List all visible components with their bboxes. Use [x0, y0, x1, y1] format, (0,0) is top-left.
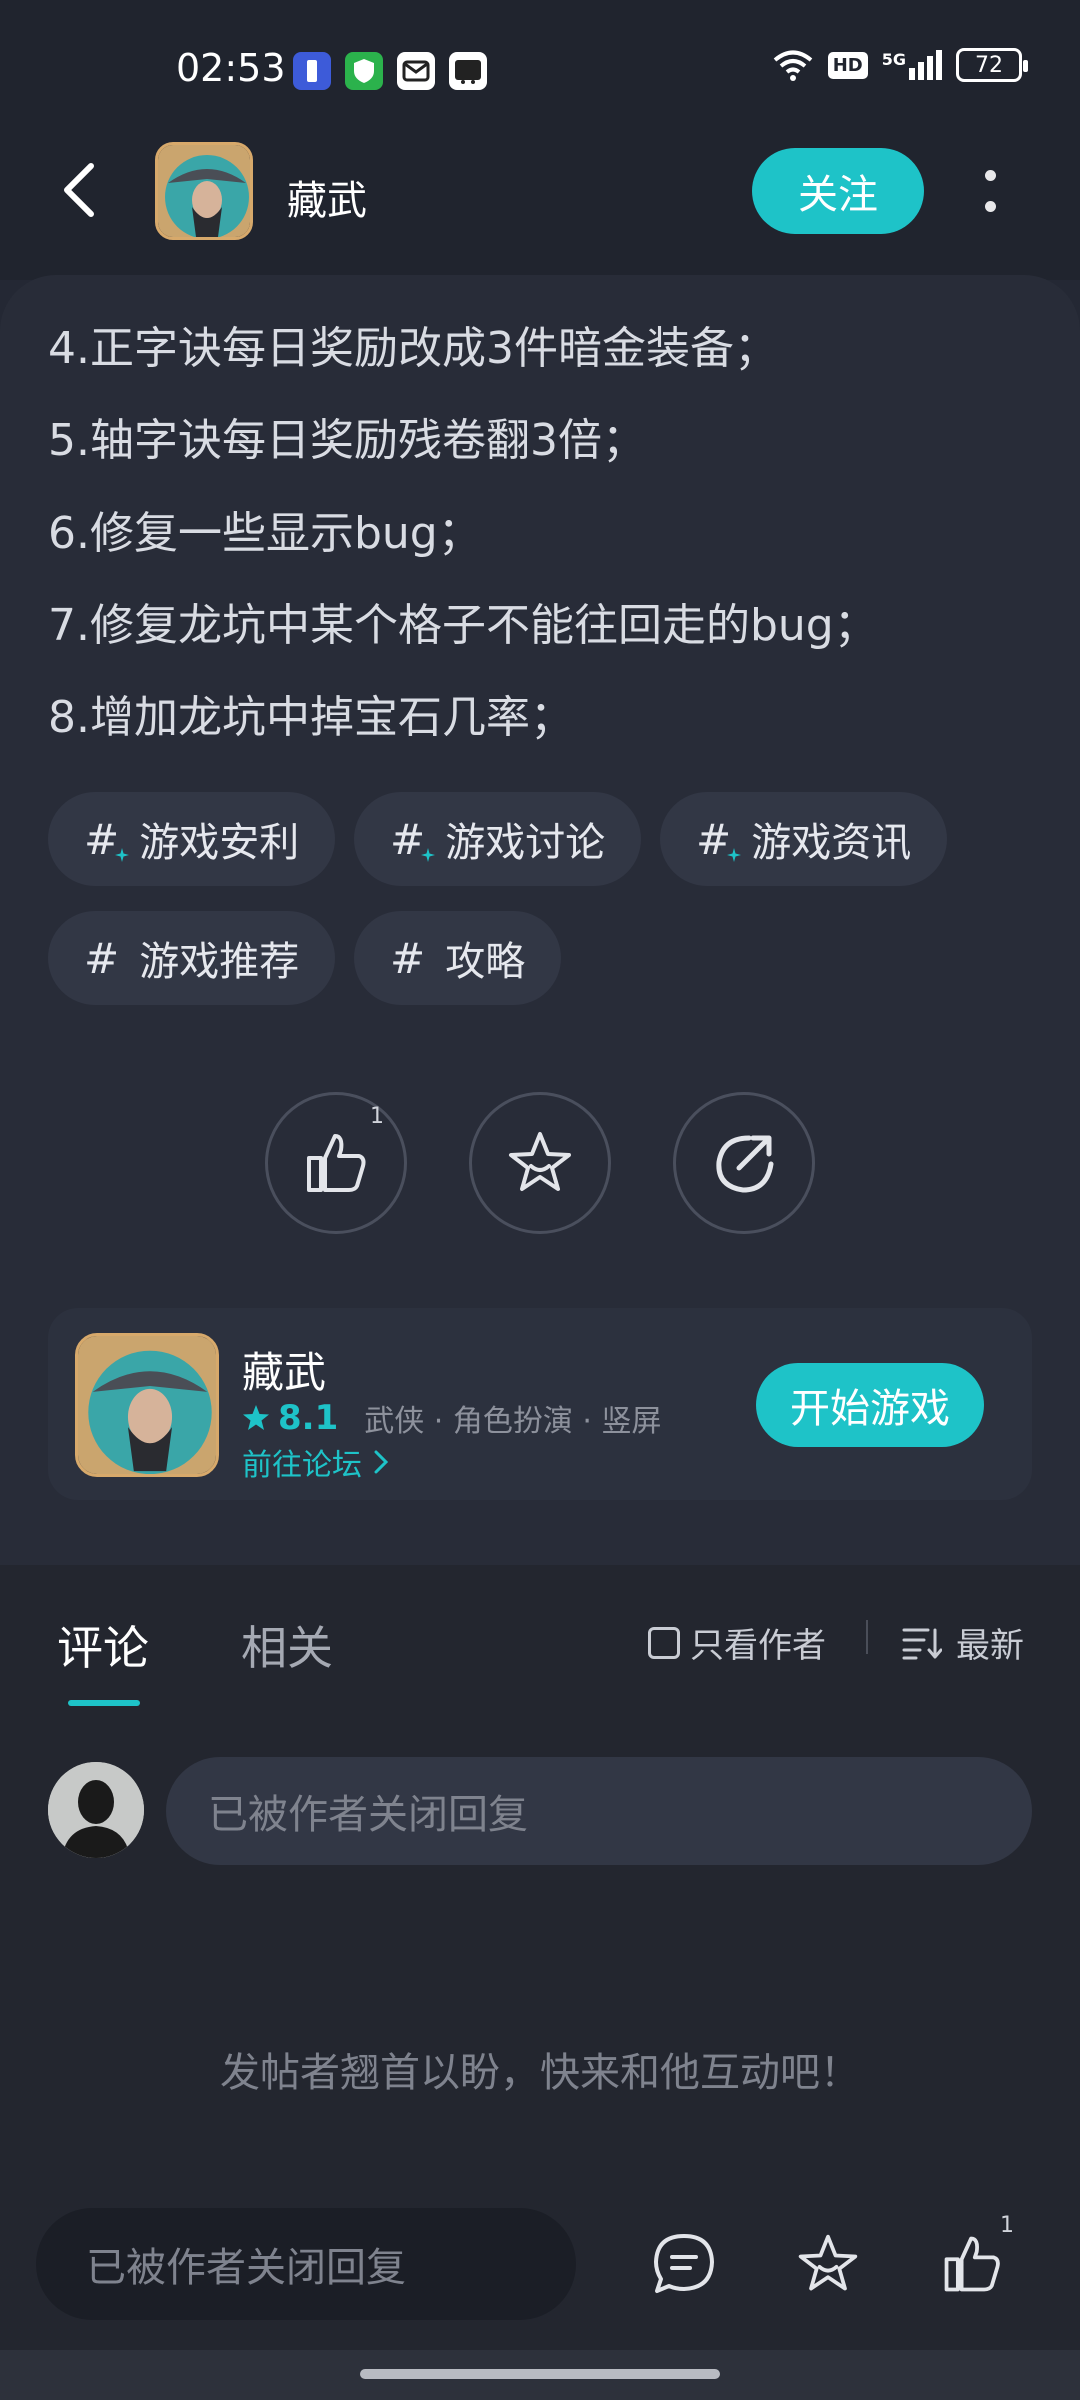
empty-comments-hint: 发帖者翘首以盼，快来和他互动吧！ — [220, 2050, 860, 2096]
shield-notification-icon — [345, 52, 383, 90]
user-avatar — [48, 1762, 144, 1858]
network-type: 5G — [881, 50, 906, 69]
game-genres: 武侠 · 角色扮演 · 竖屏 — [364, 1404, 662, 1439]
dot — [984, 170, 996, 181]
rating-star-icon — [243, 1405, 269, 1430]
post-line: 8.增加龙坑中掉宝石几率； — [48, 692, 574, 743]
star-icon — [509, 1132, 571, 1191]
hash-icon: # — [84, 815, 130, 864]
thumbs-up-icon — [307, 1134, 366, 1192]
app-notification-icon — [449, 52, 487, 90]
rating-value: 8.1 — [278, 1398, 339, 1438]
tab-comments[interactable]: 评论 — [57, 1612, 149, 1678]
dot — [984, 201, 996, 212]
like-count: 1 — [370, 1104, 384, 1129]
tag-chip[interactable]: # 游戏推荐 — [48, 911, 336, 1005]
header-title: 藏武 — [287, 178, 367, 224]
reply-input[interactable]: 已被作者关闭回复 — [166, 1757, 1032, 1865]
share-icon — [716, 1135, 774, 1193]
thumbs-up-icon — [944, 2236, 1000, 2292]
sort-label: 最新 — [956, 1626, 1024, 1666]
hash-icon: # — [390, 815, 436, 864]
tag-chip[interactable]: # 游戏讨论 — [354, 792, 642, 886]
chevron-left-icon — [64, 163, 94, 217]
divider — [866, 1620, 868, 1654]
bottom-reply-input[interactable]: 已被作者关闭回复 — [36, 2208, 576, 2320]
comment-button[interactable] — [646, 2226, 722, 2302]
game-icon[interactable] — [75, 1333, 219, 1477]
bottom-favorite-button[interactable] — [790, 2226, 866, 2302]
tag-label: 游戏资讯 — [751, 820, 912, 866]
post-line: 4.正字诀每日奖励改成3件暗金装备； — [48, 323, 778, 374]
hd-badge: HD — [827, 51, 868, 79]
hash-icon: # — [84, 933, 120, 983]
post-line: 5.轴字诀每日奖励残卷翻3倍； — [48, 415, 646, 466]
tab-related[interactable]: 相关 — [241, 1612, 333, 1678]
status-time: 02:53 — [176, 46, 286, 90]
tag-chip[interactable]: # 攻略 — [354, 911, 562, 1005]
checkbox-icon — [648, 1626, 680, 1659]
game-rating: 8.1 武侠 · 角色扮演 · 竖屏 — [242, 1396, 661, 1440]
tag-chip[interactable]: # 游戏安利 — [48, 792, 336, 886]
hash-icon: # — [390, 933, 426, 983]
share-button[interactable] — [673, 1092, 815, 1234]
battery-icon: 72 — [956, 48, 1028, 82]
flashlight-notification-icon — [293, 52, 331, 90]
game-name: 藏武 — [242, 1348, 327, 1397]
tag-label: 游戏安利 — [139, 820, 300, 866]
forum-link-label: 前往论坛 — [242, 1448, 362, 1483]
start-game-button[interactable]: 开始游戏 — [756, 1363, 984, 1447]
hash-icon: # — [696, 815, 742, 864]
tag-label: 游戏讨论 — [445, 820, 606, 866]
comment-icon — [654, 2234, 714, 2293]
post-line: 6.修复一些显示bug； — [48, 508, 482, 559]
bottom-like-button[interactable] — [934, 2226, 1010, 2302]
author-only-label: 只看作者 — [690, 1626, 826, 1666]
sort-latest-button[interactable]: 最新 — [902, 1618, 1024, 1667]
author-only-toggle[interactable]: 只看作者 — [648, 1618, 826, 1667]
back-button[interactable] — [55, 160, 105, 220]
home-indicator[interactable] — [360, 2369, 720, 2379]
star-icon — [798, 2234, 858, 2291]
system-icons: HD 5G 72 — [772, 48, 1028, 82]
favorite-button[interactable] — [469, 1092, 611, 1234]
post-line: 7.修复龙坑中某个格子不能往回走的bug； — [48, 600, 878, 651]
like-button[interactable] — [265, 1092, 407, 1234]
bottom-like-count: 1 — [1000, 2213, 1014, 2238]
battery-level: 72 — [975, 52, 1003, 78]
tag-label: 攻略 — [445, 939, 526, 985]
signal-icon: 5G — [882, 50, 942, 80]
wifi-icon — [773, 50, 812, 81]
game-avatar[interactable] — [155, 142, 253, 240]
follow-button[interactable]: 关注 — [752, 148, 924, 234]
forum-link[interactable]: 前往论坛 — [242, 1440, 390, 1484]
chevron-right-icon — [374, 1450, 389, 1474]
active-tab-indicator — [68, 1700, 140, 1706]
tag-chip[interactable]: # 游戏资讯 — [660, 792, 948, 886]
mail-notification-icon — [397, 52, 435, 90]
tag-label: 游戏推荐 — [139, 939, 300, 985]
sort-icon — [902, 1628, 942, 1659]
more-options-button[interactable] — [978, 166, 1002, 216]
